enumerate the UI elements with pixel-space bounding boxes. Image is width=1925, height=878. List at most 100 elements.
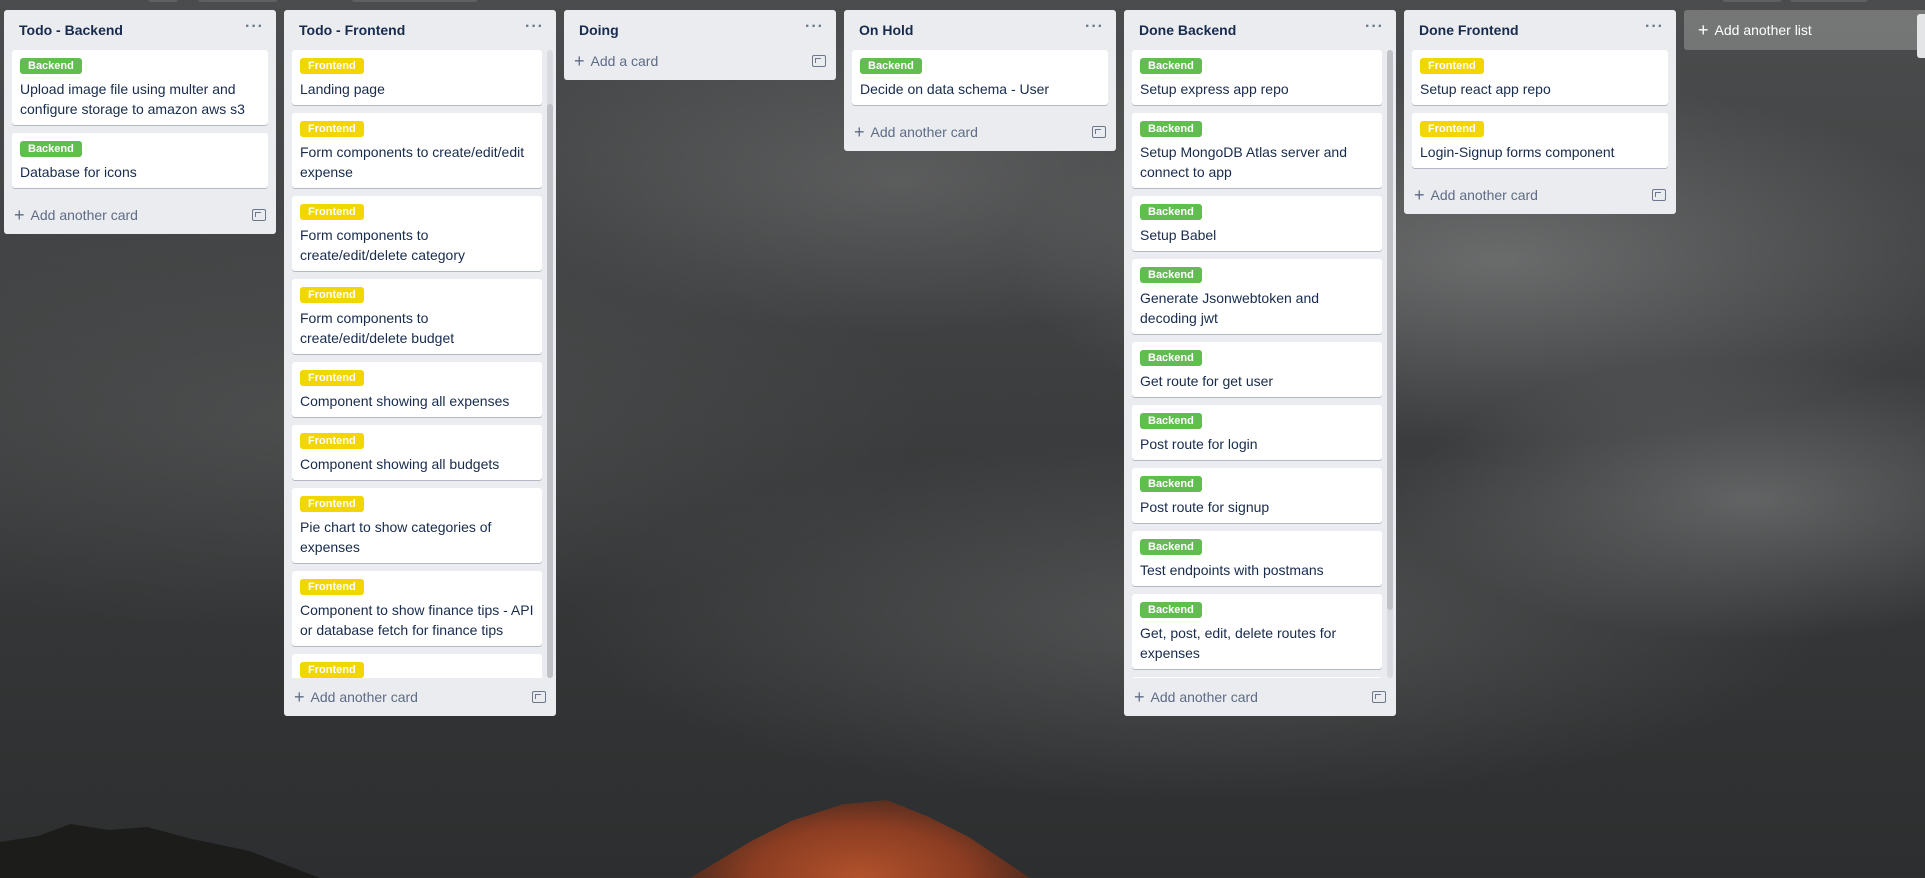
card-title: Login-Signup forms component: [1420, 144, 1615, 160]
plus-icon: +: [1698, 20, 1709, 40]
plus-icon: +: [294, 687, 305, 707]
card-template-icon[interactable]: [1092, 126, 1106, 138]
card-title: Generate Jsonwebtoken and decoding jwt: [1140, 290, 1320, 326]
card[interactable]: BackendGet, post, edit, delete routes fo…: [1132, 677, 1382, 678]
board: Todo - Backend ··· Backend Upload image fil…: [4, 10, 1925, 716]
card[interactable]: BackendGet, post, edit, delete routes fo…: [1132, 594, 1382, 669]
card[interactable]: Backend Setup express app repo: [1132, 50, 1382, 105]
frontend-label: Frontend: [300, 496, 364, 512]
card-title: Landing page: [300, 81, 385, 97]
list-menu-icon[interactable]: ···: [1365, 19, 1384, 38]
add-card-button[interactable]: + Add another card: [1414, 186, 1538, 204]
card[interactable]: Frontend Component showing all budgets: [292, 425, 542, 480]
add-card-button[interactable]: + Add a card: [574, 51, 659, 71]
frontend-label: Frontend: [300, 433, 364, 449]
card[interactable]: Frontend Component to show finance tips -…: [292, 571, 542, 646]
card[interactable]: Backend Get route for get user: [1132, 342, 1382, 397]
backend-label: Backend: [1140, 58, 1202, 74]
card[interactable]: Frontend Component showing all expenses: [292, 362, 542, 417]
card-template-icon[interactable]: [532, 691, 546, 703]
list-title[interactable]: On Hold: [859, 22, 913, 38]
backend-label: Backend: [1140, 539, 1202, 555]
plus-icon: +: [1134, 687, 1145, 707]
list-title[interactable]: Todo - Frontend: [299, 22, 405, 38]
list-menu-icon[interactable]: ···: [525, 19, 544, 38]
list-header[interactable]: Done Backend ···: [1124, 10, 1396, 50]
list-footer: + Add another card: [1404, 176, 1676, 214]
card-list: Frontend Landing page Frontend Form compone…: [284, 50, 556, 678]
card[interactable]: Backend Generate Jsonwebtoken and decodin…: [1132, 259, 1382, 334]
frontend-label: Frontend: [300, 579, 364, 595]
card[interactable]: Backend Upload image file using multer an…: [12, 50, 268, 125]
card-list: Backend Decide on data schema - User: [844, 50, 1116, 105]
list: Done Backend ··· Backend Setup express app …: [1124, 10, 1396, 716]
card[interactable]: Frontend Form components to create/edit/d…: [292, 279, 542, 354]
card-title: Get, post, edit, delete routes for expen…: [1140, 625, 1337, 661]
add-card-label: Add another card: [870, 124, 978, 140]
card[interactable]: Frontend Pie chart to show categories of …: [292, 488, 542, 563]
card-title: Post route for signup: [1140, 499, 1270, 515]
add-card-button[interactable]: + Add another card: [14, 206, 138, 224]
card[interactable]: Backend Decide on data schema - User: [852, 50, 1108, 105]
card-title: Test endpoints with postmans: [1140, 562, 1324, 578]
list-header[interactable]: Todo - Frontend ···: [284, 10, 556, 50]
list-footer: + Add another card: [4, 196, 276, 234]
card-title: Setup express app repo: [1140, 81, 1289, 97]
card[interactable]: Frontend Login-Signup forms component: [1412, 113, 1668, 168]
list-header[interactable]: Done Frontend ···: [1404, 10, 1676, 50]
card[interactable]: Frontend Setup react app repo: [1412, 50, 1668, 105]
card[interactable]: Frontend Form components to create/edit/e…: [292, 113, 542, 188]
card-template-icon[interactable]: [252, 209, 266, 221]
list-title[interactable]: Done Backend: [1139, 22, 1236, 38]
add-card-button[interactable]: + Add another card: [854, 122, 978, 142]
list-menu-icon[interactable]: ···: [805, 19, 824, 38]
card-template-icon[interactable]: [812, 55, 826, 67]
list-footer: + Add another card: [1124, 678, 1396, 716]
list-menu-icon[interactable]: ···: [1085, 19, 1104, 38]
add-list-label: Add another list: [1714, 22, 1812, 38]
card[interactable]: Backend Post route for signup: [1132, 468, 1382, 523]
add-list-button[interactable]: + Add another list: [1684, 10, 1925, 50]
card[interactable]: Backend Test endpoints with postmans: [1132, 531, 1382, 586]
card[interactable]: FrontendLine chart to show daily expense…: [292, 654, 542, 678]
list-header[interactable]: On Hold ···: [844, 10, 1116, 50]
card-title: Setup Babel: [1140, 227, 1217, 243]
card-template-icon[interactable]: [1372, 691, 1386, 703]
list: Todo - Backend ··· Backend Upload image fil…: [4, 10, 276, 234]
card-title: Post route for login: [1140, 436, 1258, 452]
backend-label: Backend: [20, 58, 82, 74]
list: Todo - Frontend ··· Frontend Landing page Fr…: [284, 10, 556, 716]
list-scrollbar-thumb[interactable]: [547, 104, 553, 678]
plus-icon: +: [574, 51, 585, 71]
card[interactable]: Backend Post route for login: [1132, 405, 1382, 460]
card-title: Component to show finance tips - API or …: [300, 602, 534, 638]
card[interactable]: Frontend Form components to create/edit/d…: [292, 196, 542, 271]
card-title: Pie chart to show categories of expenses: [300, 519, 492, 555]
backend-label: Backend: [1140, 267, 1202, 283]
add-card-label: Add a card: [590, 53, 659, 69]
add-card-button[interactable]: + Add another card: [294, 687, 418, 707]
list-title[interactable]: Doing: [579, 22, 619, 38]
list-header[interactable]: Todo - Backend ···: [4, 10, 276, 50]
card[interactable]: Backend Setup Babel: [1132, 196, 1382, 251]
frontend-label: Frontend: [300, 58, 364, 74]
add-card-label: Add another card: [30, 207, 138, 223]
card-list: Backend Upload image file using multer an…: [4, 50, 276, 188]
card-list: Backend Setup express app repo Backend Setu…: [1124, 50, 1396, 678]
add-card-button[interactable]: + Add another card: [1134, 687, 1258, 707]
list-scrollbar-thumb[interactable]: [1387, 50, 1393, 610]
list-menu-icon[interactable]: ···: [245, 19, 264, 38]
add-card-label: Add another card: [1150, 689, 1258, 705]
card-title: Upload image file using multer and confi…: [20, 81, 245, 117]
plus-icon: +: [854, 122, 865, 142]
card[interactable]: Backend Setup MongoDB Atlas server and co…: [1132, 113, 1382, 188]
card[interactable]: Backend Database for icons: [12, 133, 268, 188]
card-title: Component showing all budgets: [300, 456, 500, 472]
board-scroll-handle[interactable]: [1917, 14, 1925, 58]
list-title[interactable]: Todo - Backend: [19, 22, 123, 38]
card-title: Get route for get user: [1140, 373, 1274, 389]
list-title[interactable]: Done Frontend: [1419, 22, 1519, 38]
card-template-icon[interactable]: [1652, 189, 1666, 201]
card[interactable]: Frontend Landing page: [292, 50, 542, 105]
list-menu-icon[interactable]: ···: [1645, 19, 1664, 38]
